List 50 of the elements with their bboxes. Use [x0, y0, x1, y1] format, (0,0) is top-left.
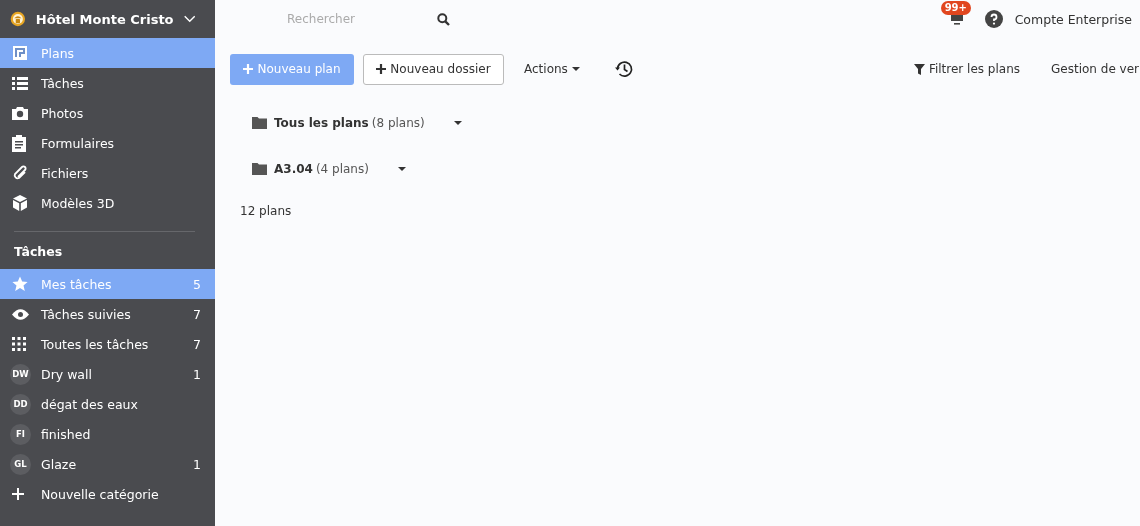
search-icon: [437, 12, 450, 26]
filter-icon: [913, 63, 925, 75]
clipboard-icon: [12, 134, 26, 152]
plus-icon: [12, 488, 24, 500]
folder-item[interactable]: A3.04 (4 plans): [252, 146, 1140, 192]
cube-icon: [12, 195, 28, 211]
nav-item[interactable]: Photos: [0, 98, 215, 128]
paperclip-icon: [12, 165, 28, 181]
star-icon: [12, 276, 28, 292]
section-heading: Tâches: [13, 243, 64, 261]
task-list-item[interactable]: GL Glaze 1: [0, 449, 215, 479]
nav-item[interactable]: Fichiers: [0, 158, 215, 188]
nav-item[interactable]: Formulaires: [0, 128, 215, 158]
new-folder-button[interactable]: Nouveau dossier: [363, 53, 504, 85]
task-list-item[interactable]: DD dégat des eaux: [0, 389, 215, 419]
nav-item[interactable]: Modèles 3D: [0, 188, 215, 218]
initials-avatar: DD: [10, 393, 31, 415]
search-field[interactable]: Rechercher: [285, 11, 429, 27]
help-icon[interactable]: [984, 10, 1003, 28]
plan-icon: [12, 45, 28, 61]
eye-icon: [12, 308, 29, 320]
folder-icon: [252, 163, 267, 175]
project-name: Hôtel Monte Cristo: [35, 11, 174, 27]
task-list-item[interactable]: DW Dry wall 1: [0, 359, 215, 389]
folder-item[interactable]: Tous les plans (8 plans): [252, 100, 1140, 146]
filter-button[interactable]: Filtrer les plans: [902, 53, 1032, 85]
task-list-item[interactable]: Nouvelle catégorie: [0, 479, 215, 509]
history-icon[interactable]: [613, 59, 634, 79]
chevron-down-icon[interactable]: [183, 14, 195, 24]
plus-icon: [376, 64, 387, 74]
notification-badge: 99+: [940, 1, 971, 15]
initials-avatar: GL: [10, 453, 31, 475]
task-list-item[interactable]: Tâches suivies 7: [0, 299, 215, 329]
task-list-item[interactable]: Toutes les tâches 7: [0, 329, 215, 359]
nav-item[interactable]: Tâches: [0, 68, 215, 98]
caret-icon: [453, 121, 462, 125]
version-management-button[interactable]: Gestion de ver: [1040, 53, 1140, 85]
initials-avatar: DW: [10, 363, 31, 385]
actions-dropdown[interactable]: Actions: [513, 53, 591, 85]
task-list-item[interactable]: FI finished: [0, 419, 215, 449]
account-menu[interactable]: Compte Enterprise: [1014, 11, 1132, 27]
caret-icon: [571, 67, 580, 71]
folder-icon: [252, 117, 267, 129]
initials-avatar: FI: [10, 423, 31, 445]
grid-icon: [12, 337, 26, 351]
plus-icon: [243, 64, 254, 74]
camera-icon: [12, 106, 28, 120]
list-icon: [12, 76, 28, 90]
caret-icon: [397, 167, 406, 171]
plan-count: 12 plans: [239, 203, 293, 220]
